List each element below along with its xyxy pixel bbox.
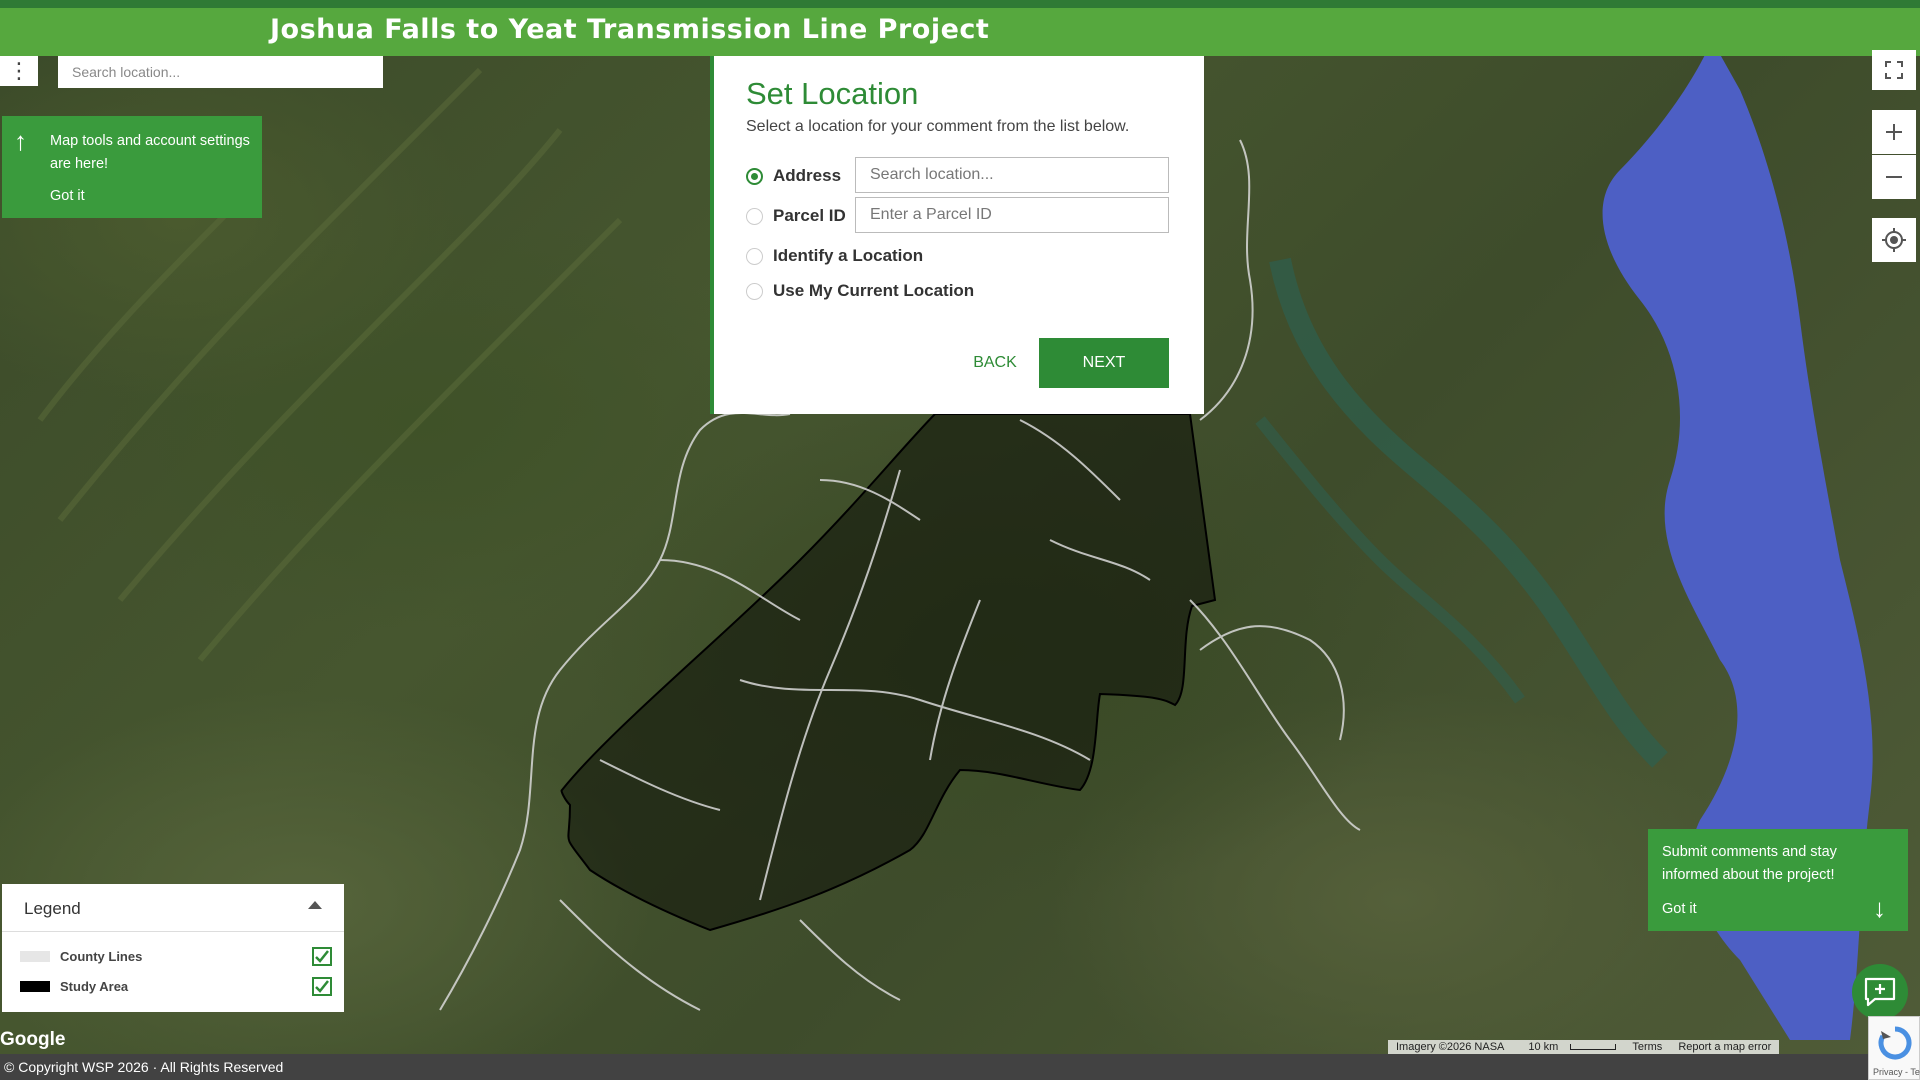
arrow-down-icon: ↓ <box>1873 893 1886 923</box>
legend-panel: Legend County Lines Study Area <box>2 884 344 1012</box>
option-current-location-label: Use My Current Location <box>773 281 975 300</box>
fullscreen-icon <box>1885 61 1903 79</box>
river <box>1255 416 1525 704</box>
tip-text: Submit comments and stay informed about … <box>1662 844 1837 883</box>
set-location-dialog: Set Location Select a location for your … <box>710 56 1204 414</box>
recaptcha-icon <box>1878 1026 1912 1060</box>
dialog-title: Set Location <box>746 76 919 111</box>
add-comment-button[interactable] <box>1852 964 1908 1020</box>
checkmark-icon <box>315 980 329 993</box>
legend-item-label: County Lines <box>60 949 143 964</box>
caret-up-icon[interactable] <box>308 901 322 909</box>
dialog-subtitle: Select a location for your comment from … <box>746 118 1130 135</box>
option-address[interactable]: Address <box>746 166 841 186</box>
county-lines-checkbox[interactable] <box>312 947 332 966</box>
zoom-out-button[interactable] <box>1872 155 1916 199</box>
legend-item-label: Study Area <box>60 979 129 994</box>
county-lines-swatch <box>20 951 50 962</box>
map-tools-menu-button[interactable]: ⋮ <box>0 56 38 86</box>
locate-me-button[interactable] <box>1872 218 1916 262</box>
google-logo: Google <box>0 1029 66 1050</box>
option-parcel-id-label: Parcel ID <box>773 206 846 225</box>
identify-location-radio[interactable] <box>746 247 763 265</box>
study-area-checkbox[interactable] <box>312 977 332 996</box>
kebab-menu-icon: ⋮ <box>8 58 30 83</box>
map-scale[interactable]: 10 km <box>1512 1041 1624 1053</box>
address-radio[interactable] <box>746 167 763 185</box>
zoom-out-icon <box>1886 176 1902 178</box>
page-footer: © Copyright WSP 2026 · All Rights Reserv… <box>0 1054 1920 1080</box>
arrow-up-icon: ↑ <box>14 126 27 156</box>
app-header: Joshua Falls to Yeat Transmission Line P… <box>0 0 1920 56</box>
tip-text: Map tools and account settings are here! <box>50 133 250 172</box>
recaptcha-text: Privacy - Terms <box>1873 1067 1920 1077</box>
legend-title: Legend <box>24 899 81 918</box>
imagery-credit: Imagery ©2026 NASA <box>1396 1041 1505 1053</box>
page-title: Joshua Falls to Yeat Transmission Line P… <box>270 14 990 45</box>
option-identify-location-label: Identify a Location <box>773 246 924 265</box>
tip-dismiss-button[interactable]: Got it <box>50 188 85 204</box>
map-search-input[interactable] <box>58 56 383 88</box>
next-button[interactable]: NEXT <box>1039 338 1169 388</box>
checkmark-icon <box>315 950 329 963</box>
legend-item-county-lines: County Lines <box>20 946 332 968</box>
option-current-location[interactable]: Use My Current Location <box>746 281 974 301</box>
scale-bar <box>1570 1044 1617 1050</box>
submit-comments-tip: Submit comments and stay informed about … <box>1648 829 1908 931</box>
map-tools-tip: ↑ Map tools and account settings are her… <box>2 116 262 218</box>
add-comment-icon <box>1864 977 1896 1007</box>
option-address-label: Address <box>773 166 842 185</box>
scale-label: 10 km <box>1528 1041 1559 1053</box>
study-area-swatch <box>20 981 50 992</box>
recaptcha-badge[interactable]: Privacy - Terms <box>1868 1016 1920 1080</box>
terms-link[interactable]: Terms <box>1624 1041 1670 1053</box>
option-identify-location[interactable]: Identify a Location <box>746 246 923 266</box>
option-parcel-id[interactable]: Parcel ID <box>746 206 846 226</box>
address-search-input[interactable] <box>855 157 1169 193</box>
current-location-radio[interactable] <box>746 282 763 300</box>
back-button[interactable]: BACK <box>946 338 1044 388</box>
report-map-error-link[interactable]: Report a map error <box>1670 1041 1779 1053</box>
parcel-id-radio[interactable] <box>746 207 763 225</box>
locate-icon <box>1882 228 1906 252</box>
zoom-in-icon <box>1886 124 1902 140</box>
legend-header[interactable]: Legend <box>2 884 344 932</box>
map-attribution: Imagery ©2026 NASA 10 km Terms Report a … <box>1388 1040 1780 1054</box>
fullscreen-button[interactable] <box>1872 50 1916 90</box>
copyright-text: © Copyright WSP 2026 · All Rights Reserv… <box>4 1059 284 1075</box>
legend-item-study-area: Study Area <box>20 976 332 998</box>
tip-dismiss-button[interactable]: Got it <box>1662 901 1697 917</box>
study-area-polygon <box>560 413 1217 932</box>
parcel-id-input[interactable] <box>855 197 1169 233</box>
zoom-in-button[interactable] <box>1872 110 1916 154</box>
